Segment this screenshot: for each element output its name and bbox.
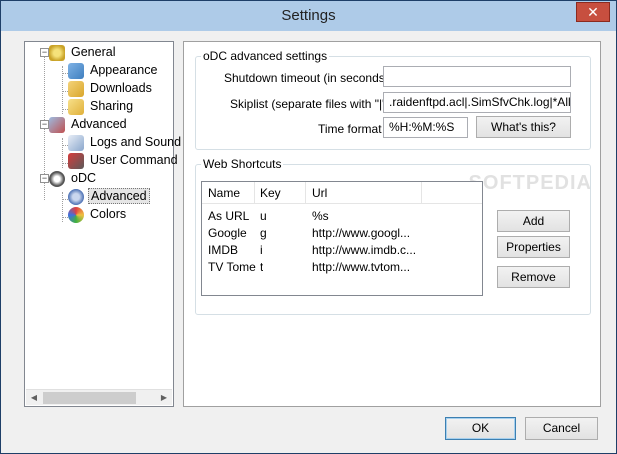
tree-item-sharing[interactable]: Sharing	[68, 97, 135, 115]
tree-item-label: General	[71, 45, 116, 59]
shutdown-timeout-input[interactable]	[383, 66, 571, 87]
list-header: Name Key Url	[202, 182, 482, 204]
colors-icon	[68, 206, 84, 223]
tree-item-odc[interactable]: oDC	[49, 169, 98, 187]
column-divider[interactable]	[254, 182, 255, 204]
tree-item-label: Advanced	[88, 188, 150, 204]
downloads-icon	[68, 80, 84, 97]
close-icon: ✕	[587, 4, 599, 20]
title-bar[interactable]: Settings ✕	[1, 1, 616, 31]
tree-item-general[interactable]: General	[49, 43, 117, 61]
close-button[interactable]: ✕	[576, 2, 610, 22]
tree-item-label: Logs and Sound	[90, 135, 182, 149]
column-header-name[interactable]: Name	[208, 186, 240, 200]
shortcut-url: http://www.googl...	[312, 226, 411, 240]
shortcut-key: i	[260, 243, 263, 257]
sharing-icon	[68, 98, 84, 115]
tree-item-label: Appearance	[90, 63, 158, 77]
column-header-url[interactable]: Url	[312, 186, 327, 200]
tree-item-user-command[interactable]: User Command	[68, 151, 180, 169]
tree-item-label: Sharing	[90, 99, 134, 113]
tree-item-label: Colors	[90, 207, 127, 221]
whats-this-button[interactable]: What's this?	[476, 116, 571, 138]
settings-pane: SOFTPEDIA oDC advanced settings Shutdown…	[183, 41, 601, 407]
gear-icon	[68, 188, 84, 205]
time-format-label: Time format	[318, 122, 382, 136]
tree-item-label: Advanced	[71, 117, 127, 131]
shortcut-name: TV Tome	[208, 260, 256, 274]
shortcut-properties-button[interactable]: Properties	[497, 236, 570, 258]
scroll-left-icon[interactable]: ◀	[26, 390, 42, 406]
add-shortcut-button[interactable]: Add	[497, 210, 570, 232]
skiplist-input[interactable]: .raidenftpd.acl|.SimSfvChk.log|*All-Fi	[383, 92, 571, 113]
logs-icon	[68, 134, 84, 151]
tree-item-label: User Command	[90, 153, 178, 167]
column-divider[interactable]	[305, 182, 306, 204]
appearance-icon	[68, 62, 84, 79]
list-item[interactable]: As URL u %s	[202, 208, 482, 225]
list-item[interactable]: Google g http://www.googl...	[202, 225, 482, 242]
user-command-icon	[68, 152, 84, 169]
shortcut-url: http://www.imdb.c...	[312, 243, 417, 257]
tree-item-label: Downloads	[90, 81, 152, 95]
scroll-right-icon[interactable]: ▶	[156, 390, 172, 406]
column-header-key[interactable]: Key	[260, 186, 281, 200]
web-shortcuts-group-title: Web Shortcuts	[201, 157, 284, 171]
tree-horizontal-scrollbar[interactable]: ◀ ▶	[26, 389, 172, 405]
shortcut-key: t	[260, 260, 264, 274]
shortcut-name: IMDB	[208, 243, 238, 257]
advanced-icon	[49, 116, 65, 133]
settings-window: Settings ✕ − General Appearance Download…	[0, 0, 617, 454]
tree-item-colors[interactable]: Colors	[68, 205, 128, 223]
list-item[interactable]: IMDB i http://www.imdb.c...	[202, 242, 482, 259]
shutdown-timeout-label: Shutdown timeout (in seconds)	[224, 71, 389, 85]
general-icon	[49, 44, 65, 61]
expander-general[interactable]: −	[40, 48, 49, 57]
tree-item-label: oDC	[71, 171, 97, 185]
list-item[interactable]: TV Tome t http://www.tvtom...	[202, 259, 482, 276]
expander-advanced[interactable]: −	[40, 120, 49, 129]
tree-item-appearance[interactable]: Appearance	[68, 61, 159, 79]
window-title: Settings	[281, 7, 336, 24]
cancel-button[interactable]: Cancel	[525, 417, 598, 440]
scrollbar-thumb[interactable]	[43, 392, 136, 404]
shortcut-url: http://www.tvtom...	[312, 260, 411, 274]
tree-item-downloads[interactable]: Downloads	[68, 79, 154, 97]
shortcut-name: Google	[208, 226, 247, 240]
tree-item-odc-advanced[interactable]: Advanced	[68, 187, 150, 205]
web-shortcuts-list[interactable]: Name Key Url As URL u %s Google g http:/…	[201, 181, 483, 296]
column-divider[interactable]	[421, 182, 422, 204]
shortcut-key: u	[260, 209, 267, 223]
odc-icon	[49, 170, 65, 187]
time-format-input[interactable]: %H:%M:%S	[383, 117, 468, 138]
client-area: − General Appearance Downloads Sharing −…	[7, 31, 610, 449]
expander-odc[interactable]: −	[40, 174, 49, 183]
shortcut-url: %s	[312, 209, 329, 223]
odc-advanced-group-title: oDC advanced settings	[201, 49, 330, 63]
settings-tree[interactable]: − General Appearance Downloads Sharing −…	[24, 41, 181, 407]
tree-item-advanced[interactable]: Advanced	[49, 115, 129, 133]
remove-shortcut-button[interactable]: Remove	[497, 266, 570, 288]
shortcut-name: As URL	[208, 209, 250, 223]
skiplist-label: Skiplist (separate files with "|")	[230, 97, 391, 111]
ok-button[interactable]: OK	[445, 417, 516, 440]
shortcut-key: g	[260, 226, 267, 240]
tree-item-logs-and-sound[interactable]: Logs and Sound	[68, 133, 183, 151]
